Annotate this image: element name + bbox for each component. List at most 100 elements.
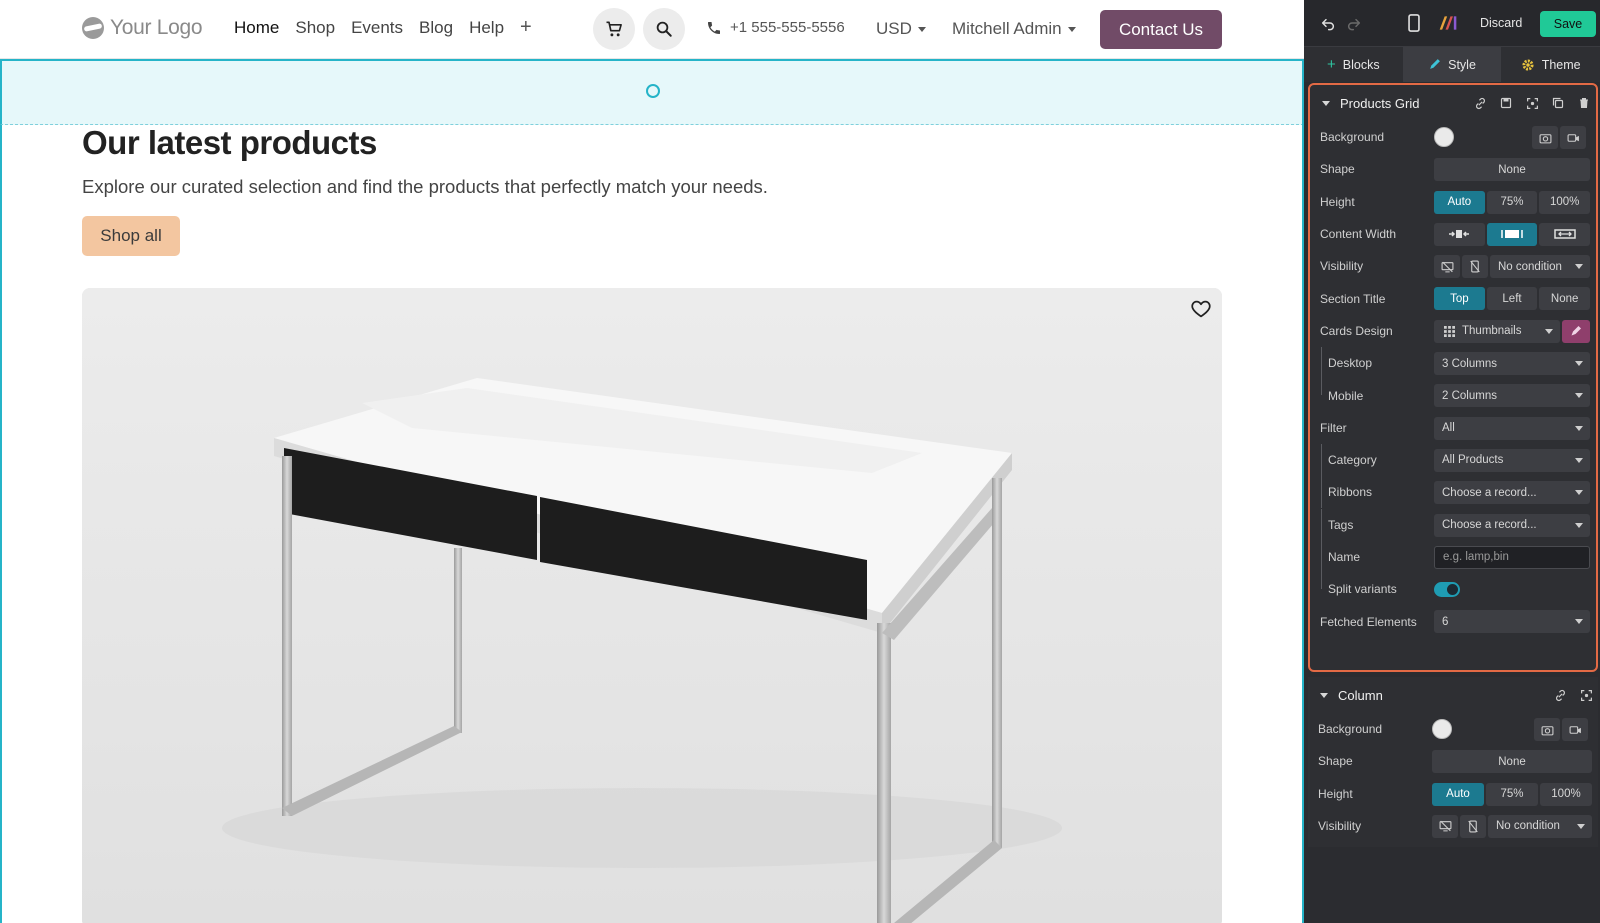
logo-text: Your Logo: [110, 16, 203, 39]
block-title: Products Grid: [1340, 95, 1420, 111]
tab-style[interactable]: Style: [1402, 47, 1502, 82]
select-parent-icon[interactable]: [1524, 95, 1540, 111]
width-small-button[interactable]: [1434, 222, 1485, 246]
option-background: Background: [1308, 713, 1598, 745]
currency-dropdown[interactable]: USD: [876, 19, 926, 39]
background-color-swatch[interactable]: [1434, 127, 1454, 147]
user-menu[interactable]: Mitchell Admin: [952, 19, 1076, 39]
hide-mobile-button[interactable]: [1460, 814, 1486, 838]
tab-blocks[interactable]: + Blocks: [1304, 47, 1403, 82]
background-color-swatch[interactable]: [1432, 719, 1452, 739]
discard-button[interactable]: Discard: [1480, 16, 1522, 30]
tab-label: Blocks: [1342, 57, 1380, 72]
background-video-button[interactable]: [1562, 718, 1588, 741]
column-header[interactable]: Column: [1308, 677, 1598, 713]
tags-select[interactable]: Choose a record...: [1434, 513, 1590, 537]
hide-mobile-button[interactable]: [1462, 255, 1488, 279]
height-auto-button[interactable]: Auto: [1432, 782, 1484, 806]
products-grid-header[interactable]: Products Grid: [1310, 85, 1596, 121]
block-title: Column: [1338, 687, 1383, 703]
save-button[interactable]: Save: [1540, 11, 1596, 37]
website-preview: Your Logo Home Shop Events Blog Help + +…: [0, 0, 1304, 923]
width-full-button[interactable]: [1539, 222, 1591, 246]
hide-desktop-button[interactable]: [1432, 814, 1458, 838]
tab-label: Style: [1448, 57, 1476, 72]
option-label: Cards Design: [1320, 323, 1393, 338]
name-filter-input[interactable]: e.g. lamp,bin: [1434, 545, 1590, 569]
hide-desktop-button[interactable]: [1434, 255, 1460, 279]
split-variants-toggle[interactable]: [1434, 582, 1460, 598]
shape-select[interactable]: None: [1434, 158, 1590, 182]
option-label: Filter: [1320, 420, 1347, 435]
option-label: Background: [1320, 130, 1385, 145]
height-100-button[interactable]: 100%: [1539, 190, 1591, 214]
visibility-condition-select[interactable]: No condition: [1490, 255, 1590, 279]
search-icon: [656, 21, 672, 37]
option-section-title: Section Title Top Left None: [1310, 282, 1596, 314]
option-height: Height Auto 75% 100%: [1308, 778, 1598, 810]
link-icon[interactable]: [1552, 687, 1568, 703]
chevron-down-icon: [1575, 425, 1583, 431]
option-label: Visibility: [1318, 819, 1362, 834]
undo-button[interactable]: [1318, 13, 1338, 33]
product-card[interactable]: [82, 288, 1222, 923]
nav-item-help[interactable]: Help: [469, 18, 504, 38]
site-logo[interactable]: Your Logo: [82, 16, 203, 40]
option-label: Fetched Elements: [1320, 614, 1417, 629]
shop-all-button[interactable]: Shop all: [82, 216, 180, 256]
height-75-button[interactable]: 75%: [1486, 190, 1538, 214]
editor-toolbar: Discard Save: [1304, 0, 1600, 46]
contact-us-button[interactable]: Contact Us: [1100, 10, 1222, 49]
height-auto-button[interactable]: Auto: [1434, 190, 1485, 214]
background-image-button[interactable]: [1534, 718, 1560, 741]
title-left-button[interactable]: Left: [1486, 287, 1538, 311]
filter-select[interactable]: All: [1434, 416, 1590, 440]
desktop-off-icon: [1439, 821, 1451, 832]
select-parent-icon[interactable]: [1578, 687, 1594, 703]
nav-item-home[interactable]: Home: [234, 18, 279, 38]
option-label: Height: [1320, 194, 1355, 209]
save-snippet-icon[interactable]: [1498, 95, 1514, 111]
fetched-elements-select[interactable]: 6: [1434, 610, 1590, 634]
visibility-condition-select[interactable]: No condition: [1488, 814, 1592, 838]
phone-link[interactable]: +1 555-555-5556: [706, 19, 845, 36]
search-button[interactable]: [643, 8, 685, 50]
width-regular-button[interactable]: [1486, 222, 1538, 246]
ribbons-select[interactable]: Choose a record...: [1434, 481, 1590, 505]
snippet-drop-zone[interactable]: [0, 59, 1304, 125]
section-title: Our latest products: [82, 124, 377, 161]
category-select[interactable]: All Products: [1434, 448, 1590, 472]
nav-item-shop[interactable]: Shop: [295, 18, 335, 38]
cards-design-select[interactable]: Thumbnails: [1434, 319, 1560, 343]
mobile-columns-select[interactable]: 2 Columns: [1434, 384, 1590, 408]
tab-theme[interactable]: Theme: [1501, 47, 1600, 82]
mobile-preview-button[interactable]: [1404, 13, 1424, 33]
title-top-button[interactable]: Top: [1434, 287, 1485, 311]
main-nav: Home Shop Events Blog Help +: [234, 17, 532, 38]
cart-button[interactable]: [593, 8, 635, 50]
background-video-button[interactable]: [1560, 126, 1586, 149]
desktop-columns-select[interactable]: 3 Columns: [1434, 352, 1590, 376]
height-75-button[interactable]: 75%: [1486, 782, 1538, 806]
option-label: Desktop: [1328, 356, 1373, 371]
duplicate-icon[interactable]: [1550, 95, 1566, 111]
select-value: Choose a record...: [1442, 519, 1537, 532]
heart-icon[interactable]: [1190, 298, 1212, 320]
option-shape: Shape None: [1308, 745, 1598, 777]
column-options: Column Background Shape None Height Auto…: [1308, 677, 1598, 847]
select-value: All Products: [1442, 454, 1504, 467]
ai-button[interactable]: [1438, 13, 1458, 33]
phone-icon: [708, 21, 720, 34]
add-menu-item-button[interactable]: +: [520, 17, 532, 38]
height-100-button[interactable]: 100%: [1540, 782, 1592, 806]
title-none-button[interactable]: None: [1539, 287, 1591, 311]
delete-icon[interactable]: [1576, 95, 1592, 111]
shape-select[interactable]: None: [1432, 750, 1592, 774]
link-icon[interactable]: [1472, 95, 1488, 111]
edit-card-design-button[interactable]: [1562, 319, 1590, 343]
nav-item-blog[interactable]: Blog: [419, 18, 453, 38]
nav-item-events[interactable]: Events: [351, 18, 403, 38]
redo-button[interactable]: [1344, 13, 1364, 33]
option-background: Background: [1310, 121, 1596, 153]
background-image-button[interactable]: [1532, 126, 1558, 149]
